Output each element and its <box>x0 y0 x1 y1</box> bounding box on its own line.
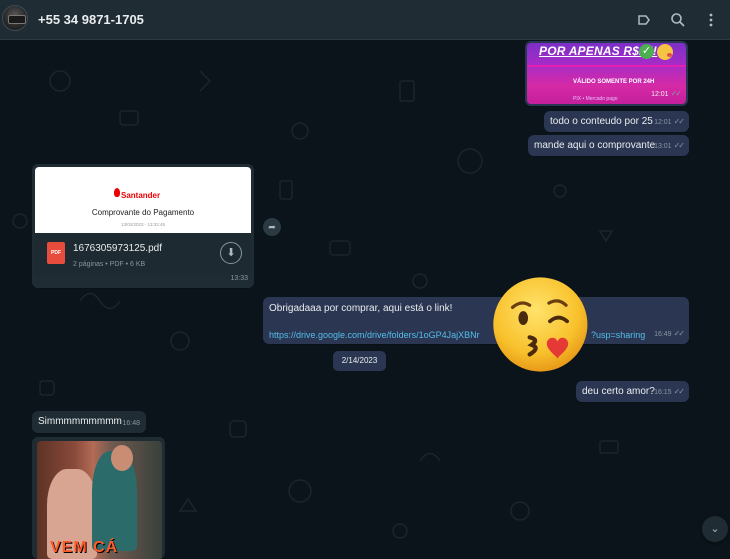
outgoing-link-message[interactable]: Obrigadaaa por comprar, aqui está o link… <box>263 297 689 344</box>
pdf-preview[interactable]: Santander Comprovante do Pagamento 13/02… <box>35 167 251 233</box>
date-separator: 2/14/2023 <box>333 351 386 371</box>
outgoing-message[interactable]: todo o conteudo por 25 12:01 ✓✓ <box>544 111 689 132</box>
download-icon[interactable]: ⬇ <box>220 242 242 264</box>
promo-divider <box>527 65 686 67</box>
message-text: deu certo amor? <box>582 386 655 397</box>
message-time: 16:48 <box>122 420 140 427</box>
read-ticks-icon: ✓✓ <box>673 387 685 396</box>
promo-payment-text: PIX • Mercado pago <box>573 96 618 102</box>
forward-icon[interactable]: ➦ <box>263 218 281 236</box>
message-text: Obrigadaaa por comprar, aqui está o link… <box>269 303 453 314</box>
read-ticks-icon: ✓✓ <box>670 89 682 98</box>
chevron-down-icon[interactable]: ⌄ <box>702 516 728 542</box>
message-time: 16:49 ✓✓ <box>654 329 685 338</box>
message-time: 13:33 <box>230 275 248 282</box>
read-ticks-icon: ✓✓ <box>673 117 685 126</box>
pdf-doc-date: 13/02/2023 - 13:32:45 <box>120 222 166 227</box>
santander-logo-icon <box>114 188 120 197</box>
drive-link-tail[interactable]: ?usp=sharing <box>591 329 645 342</box>
contact-name[interactable]: +55 34 9871-1705 <box>38 12 144 27</box>
pdf-file-name: 1676305973125.pdf <box>73 243 162 254</box>
message-time: 12:01 ✓✓ <box>654 117 685 126</box>
message-time: 13:01 ✓✓ <box>654 141 685 150</box>
santander-logo: Santander <box>121 191 161 200</box>
drive-link[interactable]: https://drive.google.com/drive/folders/1… <box>269 329 480 342</box>
label-icon[interactable] <box>636 12 652 28</box>
message-text: mande aqui o comprovante <box>534 140 656 151</box>
incoming-message[interactable]: Simmmmmmmmm 16:48 <box>32 411 146 433</box>
message-time: 16:15 ✓✓ <box>654 387 685 396</box>
search-icon[interactable] <box>670 12 686 28</box>
read-ticks-icon: ✓✓ <box>673 141 685 150</box>
gif-image[interactable]: VEM CÁ <box>37 441 162 559</box>
outgoing-message[interactable]: mande aqui o comprovante 13:01 ✓✓ <box>528 135 689 156</box>
menu-icon[interactable] <box>703 12 719 28</box>
gif-message[interactable]: VEM CÁ <box>32 437 165 559</box>
promo-image-message[interactable]: POR APENAS R$25! ✓ VÁLIDO SOMENTE POR 24… <box>525 41 688 106</box>
check-emoji: ✓ <box>639 44 654 59</box>
message-text: Simmmmmmmmm <box>38 416 122 427</box>
read-ticks-icon: ✓✓ <box>673 329 685 338</box>
smiling-face-emoji <box>657 44 673 60</box>
pdf-file-meta: 2 páginas • PDF • 6 KB <box>73 261 146 268</box>
outgoing-message[interactable]: deu certo amor? 16:15 ✓✓ <box>576 381 689 402</box>
message-text: todo o conteudo por 25 <box>550 116 653 127</box>
pdf-file-icon: PDF <box>47 242 65 264</box>
chat-header: +55 34 9871-1705 <box>0 0 730 40</box>
promo-subline: VÁLIDO SOMENTE POR 24H <box>573 79 655 85</box>
gif-caption: VEM CÁ <box>50 539 119 556</box>
kiss-emoji <box>493 277 588 372</box>
gif-person-head <box>111 445 133 471</box>
chat-area[interactable]: POR APENAS R$25! ✓ VÁLIDO SOMENTE POR 24… <box>0 41 730 559</box>
pdf-document-message[interactable]: Santander Comprovante do Pagamento 13/02… <box>32 164 254 288</box>
message-time: 12:01 ✓✓ <box>651 89 682 98</box>
pdf-file-info: PDF 1676305973125.pdf 2 páginas • PDF • … <box>35 233 251 275</box>
avatar[interactable] <box>2 5 28 31</box>
